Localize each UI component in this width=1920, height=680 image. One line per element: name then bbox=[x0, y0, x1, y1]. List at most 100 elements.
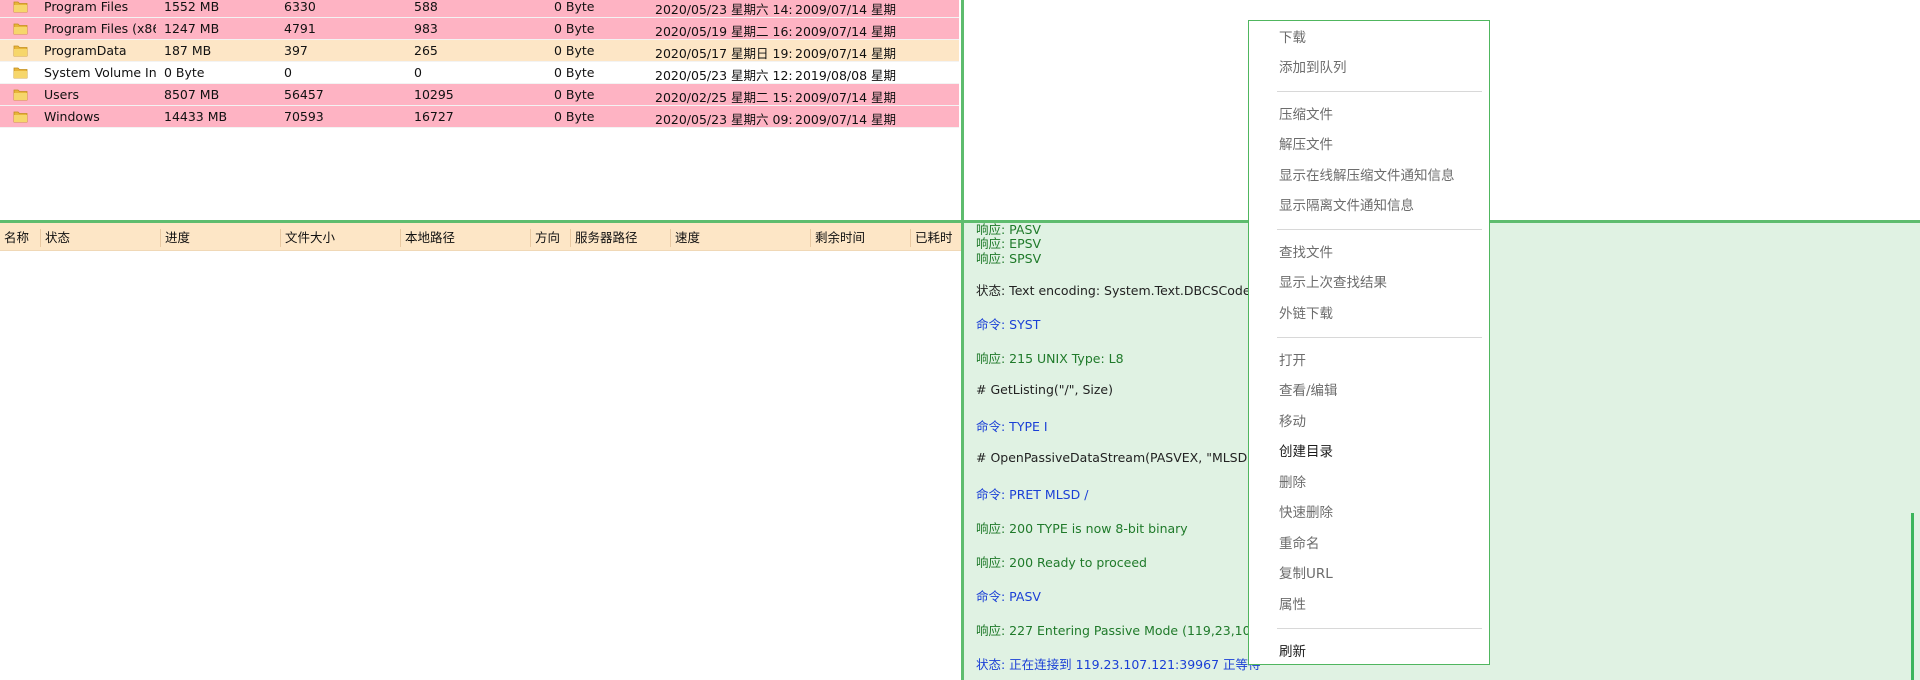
folder-icon bbox=[13, 43, 28, 57]
col-elapsed[interactable]: 已耗时 bbox=[910, 229, 965, 247]
menu-external-download[interactable]: 外链下载 bbox=[1279, 303, 1333, 325]
folder-count: 0 bbox=[414, 65, 422, 80]
log-line: # GetListing("/", Size) bbox=[976, 382, 1113, 397]
file-list-panel: Program Files 1552 MB 6330 588 0 Byte 2020/05… bbox=[0, 0, 961, 220]
col-speed[interactable]: 速度 bbox=[670, 229, 813, 247]
menu-show-quarantine-info[interactable]: 显示隔离文件通知信息 bbox=[1279, 195, 1414, 217]
log-line: 响应: SPSV bbox=[976, 251, 1042, 266]
menu-create-directory[interactable]: 创建目录 bbox=[1279, 441, 1333, 463]
folder-icon bbox=[13, 0, 28, 13]
menu-separator bbox=[1277, 91, 1482, 92]
file-row[interactable]: Windows 14433 MB 70593 16727 0 Byte 2020/05/2… bbox=[0, 106, 959, 128]
file-size: 1552 MB bbox=[164, 0, 220, 14]
file-count: 70593 bbox=[284, 109, 324, 124]
file-count: 397 bbox=[284, 43, 308, 58]
file-count: 4791 bbox=[284, 21, 316, 36]
file-name: Windows bbox=[44, 109, 100, 124]
file-other-size: 0 Byte bbox=[554, 43, 595, 58]
log-line: 响应: 200 Ready to proceed bbox=[976, 555, 1147, 570]
file-modified: 2020/05/23 星期六 09:5 bbox=[655, 112, 793, 127]
folder-count: 983 bbox=[414, 21, 438, 36]
file-created: 2009/07/14 星期 bbox=[795, 2, 897, 17]
menu-refresh[interactable]: 刷新 bbox=[1279, 641, 1306, 663]
file-modified: 2020/02/25 星期二 15:0 bbox=[655, 90, 793, 105]
log-line: 状态: Text encoding: System.Text.DBCSCodeP… bbox=[976, 283, 1266, 298]
file-other-size: 0 Byte bbox=[554, 87, 595, 102]
col-filesize[interactable]: 文件大小 bbox=[280, 229, 403, 247]
file-other-size: 0 Byte bbox=[554, 109, 595, 124]
folder-icon bbox=[13, 65, 28, 79]
log-line: 命令: PASV bbox=[976, 589, 1041, 604]
menu-rename[interactable]: 重命名 bbox=[1279, 533, 1320, 555]
log-line: 命令: PRET MLSD / bbox=[976, 487, 1089, 502]
log-line: 响应: 215 UNIX Type: L8 bbox=[976, 351, 1124, 366]
file-modified: 2020/05/23 星期六 14:5 bbox=[655, 2, 793, 17]
file-row[interactable]: Program Files (x86) 1247 MB 4791 983 0 Byte 2… bbox=[0, 18, 959, 40]
menu-show-online-decompress-info[interactable]: 显示在线解压缩文件通知信息 bbox=[1279, 165, 1455, 187]
file-created: 2009/07/14 星期 bbox=[795, 24, 897, 39]
folder-count: 16727 bbox=[414, 109, 454, 124]
menu-download[interactable]: 下载 bbox=[1279, 27, 1306, 49]
file-modified: 2020/05/17 星期日 19:5 bbox=[655, 46, 793, 61]
col-direction[interactable]: 方向 bbox=[530, 229, 573, 247]
file-name: Users bbox=[44, 87, 80, 102]
file-other-size: 0 Byte bbox=[554, 65, 595, 80]
file-row[interactable]: System Volume Infc 0 Byte 0 0 0 Byte 2020/05/… bbox=[0, 62, 959, 84]
menu-separator bbox=[1277, 337, 1482, 338]
file-size: 1247 MB bbox=[164, 21, 220, 36]
col-remaining[interactable]: 剩余时间 bbox=[810, 229, 913, 247]
col-progress[interactable]: 进度 bbox=[160, 229, 283, 247]
file-created: 2009/07/14 星期 bbox=[795, 112, 897, 127]
folder-icon bbox=[13, 87, 28, 101]
transfer-queue-panel: 名称 状态 进度 文件大小 本地路径 方向 服务器路径 速度 剩余时间 已耗时 bbox=[0, 223, 961, 680]
menu-compress[interactable]: 压缩文件 bbox=[1279, 104, 1333, 126]
folder-count: 588 bbox=[414, 0, 438, 14]
file-name: Program Files bbox=[44, 0, 129, 14]
menu-copy-url[interactable]: 复制URL bbox=[1279, 563, 1333, 585]
log-line: 命令: TYPE I bbox=[976, 419, 1048, 434]
menu-view-edit[interactable]: 查看/编辑 bbox=[1279, 380, 1338, 402]
log-line: 状态: 正在连接到 119.23.107.121:39967 正等待 bbox=[976, 657, 1261, 672]
file-created: 2019/08/08 星期 bbox=[795, 68, 897, 83]
file-count: 56457 bbox=[284, 87, 324, 102]
file-size: 187 MB bbox=[164, 43, 212, 58]
file-other-size: 0 Byte bbox=[554, 0, 595, 14]
file-row[interactable]: ProgramData 187 MB 397 265 0 Byte 2020/05/17 … bbox=[0, 40, 959, 62]
menu-find-files[interactable]: 查找文件 bbox=[1279, 242, 1333, 264]
menu-add-to-queue[interactable]: 添加到队列 bbox=[1279, 57, 1347, 79]
file-created: 2009/07/14 星期 bbox=[795, 46, 897, 61]
file-count: 6330 bbox=[284, 0, 316, 14]
context-menu: 下载添加到队列压缩文件解压文件显示在线解压缩文件通知信息 显示隔离文件通知信息 查找… bbox=[1248, 20, 1490, 665]
menu-move[interactable]: 移动 bbox=[1279, 411, 1306, 433]
menu-decompress[interactable]: 解压文件 bbox=[1279, 134, 1333, 156]
file-size: 0 Byte bbox=[164, 65, 205, 80]
menu-open[interactable]: 打开 bbox=[1279, 350, 1306, 372]
menu-quick-delete[interactable]: 快速删除 bbox=[1279, 502, 1333, 524]
file-other-size: 0 Byte bbox=[554, 21, 595, 36]
menu-separator bbox=[1277, 628, 1482, 629]
file-size: 14433 MB bbox=[164, 109, 228, 124]
col-name[interactable]: 名称 bbox=[0, 229, 42, 247]
file-name: System Volume Infc bbox=[44, 65, 156, 80]
file-row[interactable]: Users 8507 MB 56457 10295 0 Byte 2020/02/25 星… bbox=[0, 84, 959, 106]
menu-show-last-results[interactable]: 显示上次查找结果 bbox=[1279, 272, 1387, 294]
col-localpath[interactable]: 本地路径 bbox=[400, 229, 533, 247]
folder-icon bbox=[13, 21, 28, 35]
folder-count: 10295 bbox=[414, 87, 454, 102]
col-status[interactable]: 状态 bbox=[40, 229, 163, 247]
menu-delete[interactable]: 删除 bbox=[1279, 472, 1306, 494]
file-count: 0 bbox=[284, 65, 292, 80]
menu-separator bbox=[1277, 229, 1482, 230]
log-line: 响应: 200 TYPE is now 8-bit binary bbox=[976, 521, 1188, 536]
file-modified: 2020/05/19 星期二 16:2 bbox=[655, 24, 793, 39]
file-name: Program Files (x86) bbox=[44, 21, 156, 36]
file-size: 8507 MB bbox=[164, 87, 220, 102]
log-line: 命令: SYST bbox=[976, 317, 1041, 332]
col-serverpath[interactable]: 服务器路径 bbox=[570, 229, 673, 247]
folder-icon bbox=[13, 109, 28, 123]
file-modified: 2020/05/23 星期六 12:4 bbox=[655, 68, 793, 83]
file-row[interactable]: Program Files 1552 MB 6330 588 0 Byte 2020/05… bbox=[0, 0, 959, 18]
file-name: ProgramData bbox=[44, 43, 127, 58]
log-scrollbar[interactable] bbox=[1911, 513, 1914, 680]
menu-properties[interactable]: 属性 bbox=[1279, 594, 1306, 616]
